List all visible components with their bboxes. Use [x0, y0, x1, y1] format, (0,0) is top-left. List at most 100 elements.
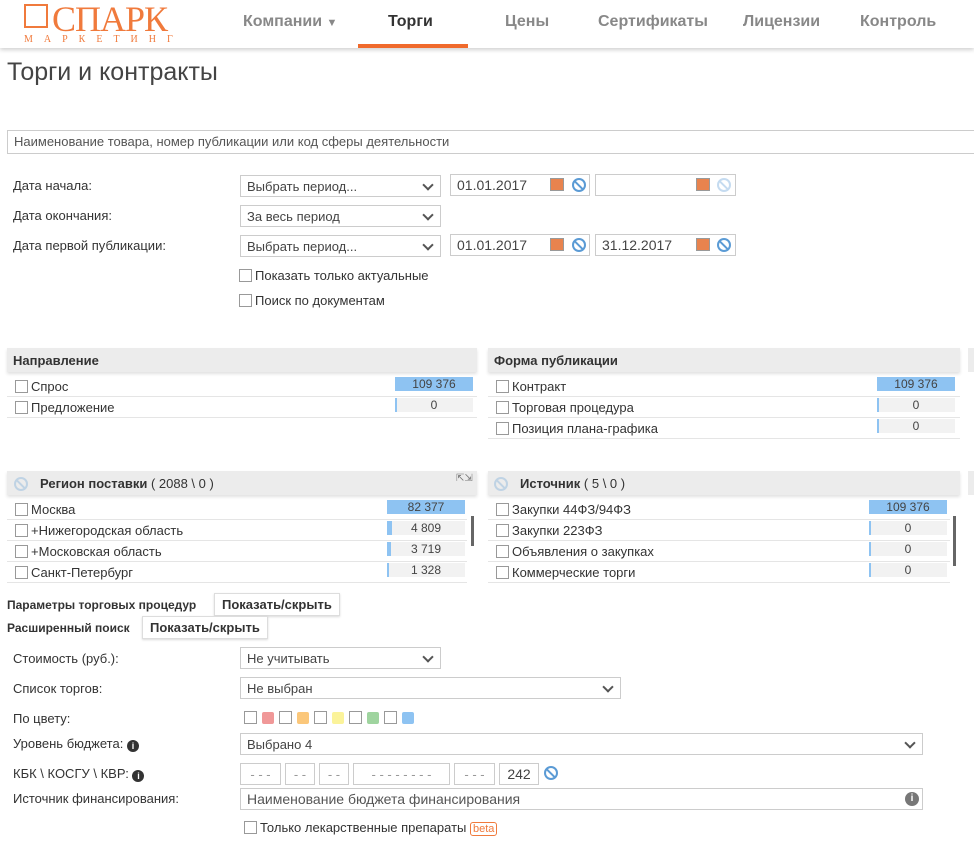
- expand-icon[interactable]: ⇱⇲: [456, 474, 473, 484]
- list-item[interactable]: +Московская область 3 719: [7, 541, 467, 562]
- checkbox[interactable]: [496, 545, 509, 558]
- kbk-field-2[interactable]: - -: [285, 763, 315, 785]
- list-item[interactable]: Спрос 109 376: [7, 376, 477, 397]
- count-bar: 109 376: [869, 500, 947, 514]
- list-item[interactable]: Контракт 109 376: [488, 376, 960, 397]
- end-period-select[interactable]: За весь период: [240, 205, 441, 227]
- list-item[interactable]: Санкт-Петербург 1 328: [7, 562, 467, 583]
- count-value: 4 809: [410, 521, 442, 535]
- info-icon[interactable]: i: [126, 740, 139, 752]
- checkbox[interactable]: [496, 566, 509, 579]
- list-item[interactable]: Москва 82 377: [7, 499, 467, 520]
- calendar-icon[interactable]: [696, 178, 710, 191]
- kbk-field-1[interactable]: - - -: [240, 763, 281, 785]
- color-filter: [244, 711, 414, 724]
- checkbox[interactable]: [496, 380, 509, 393]
- checkbox[interactable]: [496, 422, 509, 435]
- nav-licenses[interactable]: Лицензии: [743, 13, 820, 31]
- checkbox[interactable]: [15, 401, 28, 414]
- nav-prices[interactable]: Цены: [505, 13, 549, 31]
- color-checkbox[interactable]: [384, 711, 397, 724]
- finance-input[interactable]: Наименование бюджета финансирования: [240, 788, 923, 810]
- list-item[interactable]: Предложение 0: [7, 397, 477, 418]
- first-pub-to-input[interactable]: 31.12.2017: [595, 234, 736, 256]
- count-bar: 0: [877, 419, 955, 433]
- nav-control[interactable]: Контроль: [860, 13, 936, 31]
- clear-icon[interactable]: [544, 766, 558, 780]
- clear-icon[interactable]: [494, 477, 508, 491]
- list-item[interactable]: +Нижегородская область 4 809: [7, 520, 467, 541]
- nav-tenders[interactable]: Торги: [388, 13, 433, 31]
- nav-companies[interactable]: Компании ▼: [243, 13, 337, 31]
- list-item[interactable]: Закупки 44ФЗ/94ФЗ 109 376: [488, 499, 950, 520]
- cost-select[interactable]: Не учитывать: [240, 647, 441, 669]
- color-checkbox[interactable]: [314, 711, 327, 724]
- actual-only-checkbox[interactable]: Показать только актуальные: [239, 268, 429, 283]
- clear-icon[interactable]: [717, 178, 731, 192]
- color-checkbox[interactable]: [279, 711, 292, 724]
- calendar-icon[interactable]: [696, 238, 710, 251]
- checkbox[interactable]: [244, 821, 257, 834]
- checkbox[interactable]: [239, 269, 252, 282]
- start-to-input[interactable]: [595, 174, 736, 196]
- panel-title: Форма публикации: [488, 348, 960, 372]
- count-value: 0: [904, 521, 912, 535]
- tender-list-select[interactable]: Не выбран: [240, 677, 621, 699]
- checkbox[interactable]: [15, 566, 28, 579]
- item-label: Контракт: [512, 379, 567, 394]
- count-bar: 0: [395, 398, 473, 412]
- count-bar: 3 719: [387, 542, 465, 556]
- color-checkbox[interactable]: [244, 711, 257, 724]
- trade-params-toggle-button[interactable]: Показать/скрыть: [214, 593, 340, 616]
- drugs-checkbox[interactable]: Только лекарственные препараты beta: [244, 820, 498, 836]
- kbk-field-5[interactable]: - - -: [454, 763, 495, 785]
- list-item[interactable]: Объявления о закупках 0: [488, 541, 950, 562]
- checkbox[interactable]: [496, 401, 509, 414]
- search-input[interactable]: Наименование товара, номер публикации ил…: [7, 130, 974, 154]
- kbk-field-3[interactable]: - -: [319, 763, 349, 785]
- scrollbar[interactable]: [471, 516, 474, 546]
- list-item[interactable]: Торговая процедура 0: [488, 397, 960, 418]
- checkbox[interactable]: [496, 524, 509, 537]
- nav-certificates[interactable]: Сертификаты: [598, 13, 708, 31]
- checkbox[interactable]: [15, 380, 28, 393]
- scrollbar[interactable]: [953, 516, 956, 566]
- checkbox[interactable]: [15, 503, 28, 516]
- list-item[interactable]: Позиция плана-графика 0: [488, 418, 960, 439]
- start-period-select[interactable]: Выбрать период...: [240, 175, 441, 197]
- checkbox-label: Показать только актуальные: [255, 268, 429, 283]
- count-bar-fill: [387, 563, 389, 577]
- start-date-label: Дата начала:: [13, 178, 92, 193]
- budget-select[interactable]: Выбрано 4: [240, 733, 923, 755]
- clear-icon[interactable]: [572, 238, 586, 252]
- info-icon[interactable]: i: [132, 770, 145, 782]
- calendar-icon[interactable]: [550, 238, 564, 251]
- color-swatch: [402, 711, 414, 724]
- first-pub-period-select[interactable]: Выбрать период...: [240, 235, 441, 257]
- kbk-field-4[interactable]: - - - - - - - -: [353, 763, 450, 785]
- calendar-icon[interactable]: [550, 178, 564, 191]
- panel-title: Направление: [7, 348, 477, 372]
- region-panel: Регион поставки ( 2088 \ 0 ) ⇱⇲ Москва 82…: [7, 471, 477, 583]
- checkbox[interactable]: [15, 524, 28, 537]
- checkbox[interactable]: [239, 294, 252, 307]
- search-docs-checkbox[interactable]: Поиск по документам: [239, 293, 385, 308]
- panel-edge: [968, 471, 974, 495]
- list-item[interactable]: Закупки 223ФЗ 0: [488, 520, 950, 541]
- count-value: 3 719: [410, 542, 442, 556]
- checkbox[interactable]: [15, 545, 28, 558]
- clear-icon[interactable]: [572, 178, 586, 192]
- checkbox[interactable]: [496, 503, 509, 516]
- color-label: По цвету:: [13, 711, 71, 726]
- color-checkbox[interactable]: [349, 711, 362, 724]
- advanced-toggle-button[interactable]: Показать/скрыть: [142, 616, 268, 639]
- item-label: Предложение: [31, 400, 115, 415]
- kvr-field[interactable]: 242: [499, 763, 539, 785]
- list-item[interactable]: Коммерческие торги 0: [488, 562, 950, 583]
- clear-icon[interactable]: [717, 238, 731, 252]
- start-from-input[interactable]: 01.01.2017: [450, 174, 590, 196]
- cost-label: Стоимость (руб.):: [13, 651, 119, 666]
- info-icon[interactable]: i: [905, 792, 919, 806]
- clear-icon[interactable]: [14, 477, 28, 491]
- first-pub-from-input[interactable]: 01.01.2017: [450, 234, 590, 256]
